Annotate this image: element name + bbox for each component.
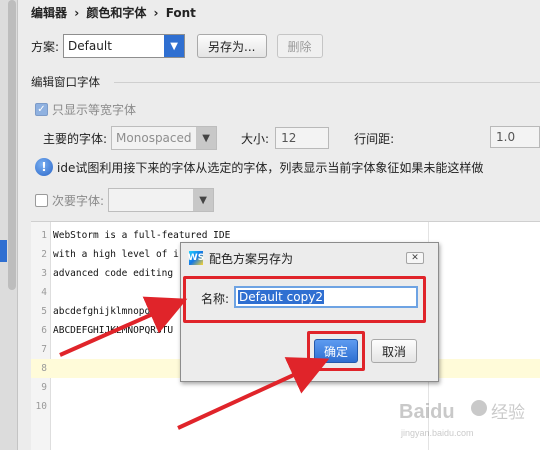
line-number: 8 <box>41 363 47 374</box>
info-text: ide试图利用接下来的字体从选定的字体，列表显示当前字体象征如果未能这样做 <box>57 160 484 175</box>
secondary-font-row: 次要字体: ▼ <box>35 188 215 212</box>
close-button[interactable]: ✕ <box>406 252 424 264</box>
annotation-highlight-box <box>307 331 365 371</box>
line-text: ABCDEFGHIJKLMNOPQRSTU <box>53 325 174 336</box>
breadcrumb-item-editor: 编辑器 <box>31 6 68 20</box>
secondary-font-label: 次要字体: <box>52 193 105 208</box>
dialog-titlebar[interactable]: WS 配色方案另存为 <box>181 243 438 273</box>
primary-font-select[interactable]: Monospaced ▼ <box>111 126 218 150</box>
svg-text:经验: 经验 <box>491 403 525 423</box>
chevron-down-icon: ▼ <box>164 35 185 57</box>
line-number: 5 <box>41 306 47 317</box>
line-spacing-label: 行间距: <box>354 131 395 146</box>
monospace-only-label: 只显示等宽字体 <box>52 103 137 117</box>
primary-font-value: Monospaced <box>116 131 192 145</box>
svg-text:jingyan.baidu.com: jingyan.baidu.com <box>400 428 474 438</box>
scheme-select[interactable]: Default ▼ <box>63 34 186 58</box>
cancel-button[interactable]: 取消 <box>371 339 417 363</box>
breadcrumb: 编辑器 › 颜色和字体 › Font <box>31 4 199 21</box>
line-number: 3 <box>41 268 47 279</box>
scheme-row: 方案: Default ▼ 另存为... 删除 <box>31 34 323 58</box>
annotation-highlight-box <box>183 276 426 323</box>
line-text: with a high level of i <box>53 249 179 260</box>
secondary-font-select[interactable]: ▼ <box>108 188 215 212</box>
chevron-down-icon: ▼ <box>193 189 214 211</box>
size-label: 大小: <box>241 131 270 146</box>
left-scrollbar-thumb[interactable] <box>8 0 16 290</box>
monospace-only-option[interactable]: ✓ 只显示等宽字体 <box>35 101 136 118</box>
webstorm-icon: WS <box>187 251 205 265</box>
editor-font-group-title: 编辑窗口字体 <box>31 75 100 89</box>
delete-button[interactable]: 删除 <box>276 34 323 58</box>
line-number: 9 <box>41 382 47 393</box>
chevron-down-icon: ▼ <box>196 127 217 149</box>
group-divider <box>114 82 540 83</box>
line-text: WebStorm is a full-featured IDE <box>53 230 231 241</box>
line-number: 6 <box>41 325 47 336</box>
settings-content: 编辑器 › 颜色和字体 › Font 方案: Default ▼ 另存为... … <box>19 0 540 450</box>
baidu-watermark-logo: Baidu 经验 jingyan.baidu.com <box>399 400 525 438</box>
scheme-label: 方案: <box>31 39 60 54</box>
svg-text:Baidu: Baidu <box>399 401 455 423</box>
line-text: advanced code editing <box>53 268 174 279</box>
info-icon: ! <box>35 158 53 176</box>
line-spacing-field[interactable]: 1.0 <box>490 126 540 148</box>
left-selection-marker <box>0 240 7 262</box>
save-as-button[interactable]: 另存为... <box>197 34 267 58</box>
line-text: abcdefghijklmnopqrs <box>53 306 162 317</box>
scheme-select-value: Default <box>68 39 112 53</box>
line-number: 2 <box>41 249 47 260</box>
dialog-title: 配色方案另存为 <box>209 251 294 266</box>
left-panel-strip <box>0 0 18 450</box>
secondary-font-checkbox[interactable] <box>35 193 48 207</box>
info-row: ! ide试图利用接下来的字体从选定的字体，列表显示当前字体象征如果未能这样做 <box>35 158 483 176</box>
line-number: 10 <box>35 401 47 412</box>
line-number: 4 <box>41 287 47 298</box>
breadcrumb-separator: › <box>74 6 80 20</box>
breadcrumb-separator: › <box>153 6 159 20</box>
line-number: 1 <box>41 230 47 241</box>
primary-font-label: 主要的字体: <box>43 131 108 146</box>
breadcrumb-item-colors-fonts: 颜色和字体 <box>86 6 147 20</box>
primary-font-row: 主要的字体: Monospaced ▼ 大小: 12 行间距: <box>43 126 394 150</box>
line-number: 7 <box>41 344 47 355</box>
size-field[interactable]: 12 <box>275 127 330 149</box>
breadcrumb-item-font: Font <box>165 6 196 20</box>
monospace-only-checkbox[interactable]: ✓ <box>35 103 48 116</box>
